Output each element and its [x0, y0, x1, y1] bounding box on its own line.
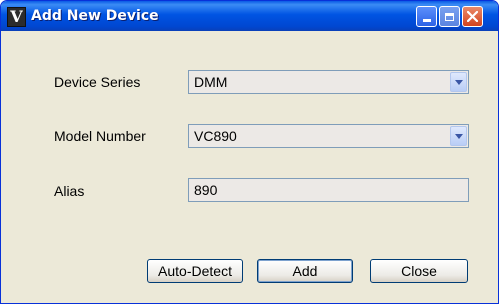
alias-input[interactable]: 890	[188, 178, 469, 202]
chevron-down-icon	[454, 79, 463, 85]
model-number-dropdown-button[interactable]	[450, 126, 467, 146]
window-title: Add New Device	[31, 8, 159, 24]
device-series-dropdown-button[interactable]	[450, 72, 467, 92]
model-number-dropdown[interactable]: VC890	[188, 124, 469, 148]
device-series-label: Device Series	[54, 74, 141, 90]
model-number-value: VC890	[194, 128, 237, 144]
auto-detect-button[interactable]: Auto-Detect	[147, 259, 243, 283]
minimize-icon	[422, 19, 431, 22]
maximize-button[interactable]	[439, 6, 460, 27]
maximize-icon	[445, 12, 454, 21]
model-number-label: Model Number	[54, 128, 146, 144]
title-bar[interactable]: V Add New Device	[1, 1, 498, 31]
minimize-button[interactable]	[416, 6, 437, 27]
close-button[interactable]: Close	[370, 259, 468, 283]
alias-value: 890	[194, 182, 218, 198]
alias-label: Alias	[54, 183, 85, 199]
add-device-dialog: V Add New Device Device Series DMM Model…	[0, 0, 499, 304]
device-series-value: DMM	[194, 74, 228, 90]
app-logo-icon: V	[7, 7, 26, 27]
add-button[interactable]: Add	[257, 259, 353, 283]
chevron-down-icon	[454, 133, 463, 139]
close-window-button[interactable]	[462, 6, 483, 27]
device-series-dropdown[interactable]: DMM	[188, 70, 469, 94]
close-icon	[467, 11, 478, 22]
